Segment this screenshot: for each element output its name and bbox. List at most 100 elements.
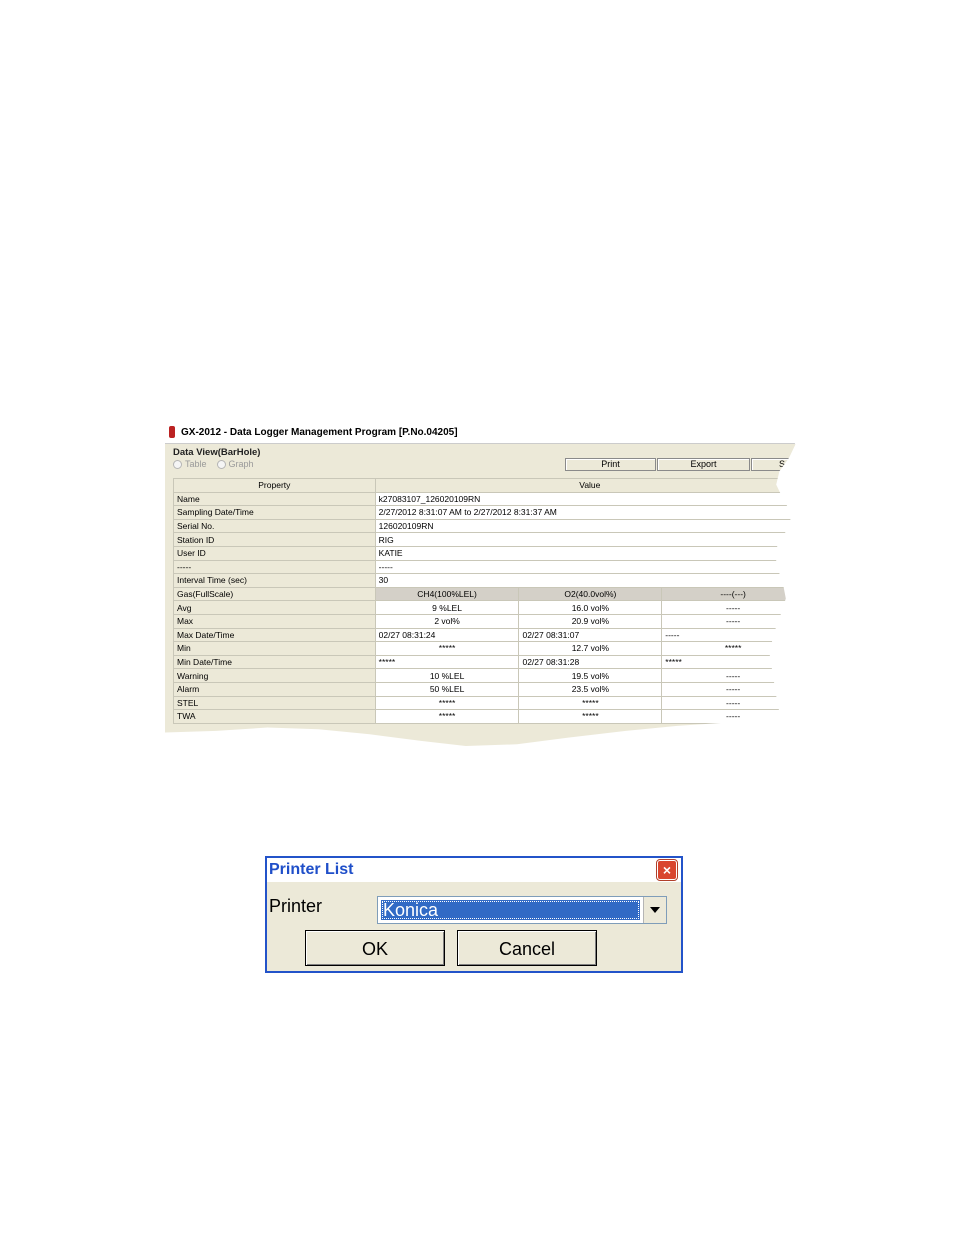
printer-list-dialog: Printer List × Printer Konica OK Cancel	[265, 856, 683, 973]
value-cell: -----	[661, 695, 796, 711]
value-cell: 2/27/2012 8:31:07 AM to 2/27/2012 8:31:3…	[374, 505, 796, 520]
value-cell: 19.5 vol%	[518, 668, 663, 683]
table-row: Name k27083107_126020109RN	[173, 491, 796, 507]
graph-radio-label: Graph	[228, 459, 254, 469]
value-cell: 02/27 08:31:07	[518, 627, 663, 643]
value-cell: *****	[374, 641, 520, 656]
dialog-title-bar: Printer List ×	[267, 858, 681, 882]
table-header-row: Property Value	[173, 478, 796, 493]
value-cell: k27083107_126020109RN	[374, 491, 796, 507]
value-cell: KATIE	[374, 545, 796, 561]
table-row: ----- -----	[173, 559, 796, 575]
table-row: Warning 10 %LEL 19.5 vol% -----	[173, 668, 796, 683]
property-cell: Gas(FullScale)	[173, 586, 376, 602]
value-cell: *****	[374, 709, 520, 724]
dialog-title: Printer List	[269, 861, 354, 878]
window-title: GX-2012 - Data Logger Management Program…	[181, 426, 458, 438]
table-row: Max 2 vol% 20.9 vol% -----	[173, 613, 796, 629]
value-cell: *****	[661, 654, 796, 670]
property-cell: User ID	[173, 545, 376, 561]
gas-column-header: CH4(100%LEL)	[374, 586, 520, 602]
export-button[interactable]: Export	[657, 458, 750, 471]
radio-icon	[216, 459, 226, 469]
value-cell: 12.7 vol%	[518, 641, 663, 656]
gas-header-row: Gas(FullScale) CH4(100%LEL) O2(40.0vol%) --…	[173, 586, 796, 602]
property-cell: TWA	[173, 709, 376, 724]
table-row: Station ID RIG	[173, 532, 796, 547]
property-cell: Min Date/Time	[173, 654, 376, 670]
value-cell: -----	[374, 559, 796, 575]
value-cell: 20.9 vol%	[518, 613, 663, 629]
printer-label: Printer	[269, 896, 323, 916]
value-header: Value	[374, 478, 796, 493]
value-cell: -----	[661, 709, 796, 724]
value-cell: 02/27 08:31:28	[518, 654, 663, 670]
table-row: TWA ***** ***** -----	[173, 709, 796, 724]
print-button[interactable]: Print	[565, 458, 656, 471]
value-cell: *****	[374, 695, 520, 711]
dropdown-arrow-button[interactable]	[643, 897, 666, 923]
property-cell: Warning	[173, 668, 376, 683]
printer-selected-value[interactable]: Konica	[381, 900, 640, 920]
value-cell: 02/27 08:31:24	[374, 627, 520, 643]
table-radio-label: Table	[185, 459, 207, 469]
ok-button[interactable]: OK	[305, 930, 445, 966]
data-logger-window: GX-2012 - Data Logger Management Program…	[165, 421, 796, 746]
graph-radio[interactable]: Graph	[216, 459, 254, 469]
value-cell: 2 vol%	[374, 613, 520, 629]
table-row: Serial No. 126020109RN	[173, 518, 796, 534]
table-row: Alarm 50 %LEL 23.5 vol% -----	[173, 681, 796, 697]
app-icon	[169, 426, 175, 438]
property-cell: Sampling Date/Time	[173, 505, 376, 520]
value-cell: -----	[661, 627, 796, 643]
property-cell: Max	[173, 613, 376, 629]
property-header: Property	[173, 478, 376, 493]
property-cell: Min	[173, 641, 376, 656]
gas-column-header: ----(---)	[661, 586, 796, 602]
gas-column-header: O2(40.0vol%)	[518, 586, 663, 602]
table-row: Max Date/Time 02/27 08:31:24 02/27 08:31:0…	[173, 627, 796, 643]
value-cell: -----	[661, 668, 796, 683]
chevron-down-icon	[650, 907, 660, 913]
table-radio[interactable]: Table	[173, 459, 207, 469]
printer-select[interactable]: Konica	[377, 896, 667, 924]
window-title-bar: GX-2012 - Data Logger Management Program…	[165, 421, 796, 444]
property-cell: -----	[173, 559, 376, 575]
value-cell: *****	[518, 709, 663, 724]
value-cell: -----	[661, 613, 796, 629]
property-cell: STEL	[173, 695, 376, 711]
table-row: Avg 9 %LEL 16.0 vol% -----	[173, 600, 796, 615]
partial-button[interactable]: S	[751, 458, 796, 471]
cancel-button[interactable]: Cancel	[457, 930, 597, 966]
value-cell: RIG	[374, 532, 796, 547]
property-cell: Serial No.	[173, 518, 376, 534]
value-cell: *****	[518, 695, 663, 711]
table-row: STEL ***** ***** -----	[173, 695, 796, 711]
value-cell: 30	[374, 573, 796, 588]
value-cell: 126020109RN	[374, 518, 796, 534]
table-row: User ID KATIE	[173, 545, 796, 561]
property-cell: Max Date/Time	[173, 627, 376, 643]
table-row: Min ***** 12.7 vol% *****	[173, 641, 796, 656]
value-cell: -----	[661, 600, 796, 615]
table-row: Min Date/Time ***** 02/27 08:31:28 *****	[173, 654, 796, 670]
value-cell: 16.0 vol%	[518, 600, 663, 615]
value-cell: -----	[661, 681, 796, 697]
table-row: Sampling Date/Time 2/27/2012 8:31:07 AM t…	[173, 505, 796, 520]
value-cell: 50 %LEL	[374, 681, 520, 697]
data-view-title: Data View(BarHole)	[173, 447, 261, 458]
table-row: Interval Time (sec) 30	[173, 573, 796, 588]
property-cell: Interval Time (sec)	[173, 573, 376, 588]
value-cell: 23.5 vol%	[518, 681, 663, 697]
value-cell: 9 %LEL	[374, 600, 520, 615]
value-cell: 10 %LEL	[374, 668, 520, 683]
radio-icon	[173, 459, 182, 469]
property-cell: Name	[173, 491, 376, 507]
view-options: Table Graph	[173, 459, 254, 469]
data-table: Property Value Name k27083107_126020109RN…	[173, 478, 796, 724]
property-cell: Station ID	[173, 532, 376, 547]
value-cell: *****	[661, 641, 796, 656]
close-icon[interactable]: ×	[656, 859, 678, 881]
value-cell: *****	[374, 654, 520, 670]
property-cell: Avg	[173, 600, 376, 615]
